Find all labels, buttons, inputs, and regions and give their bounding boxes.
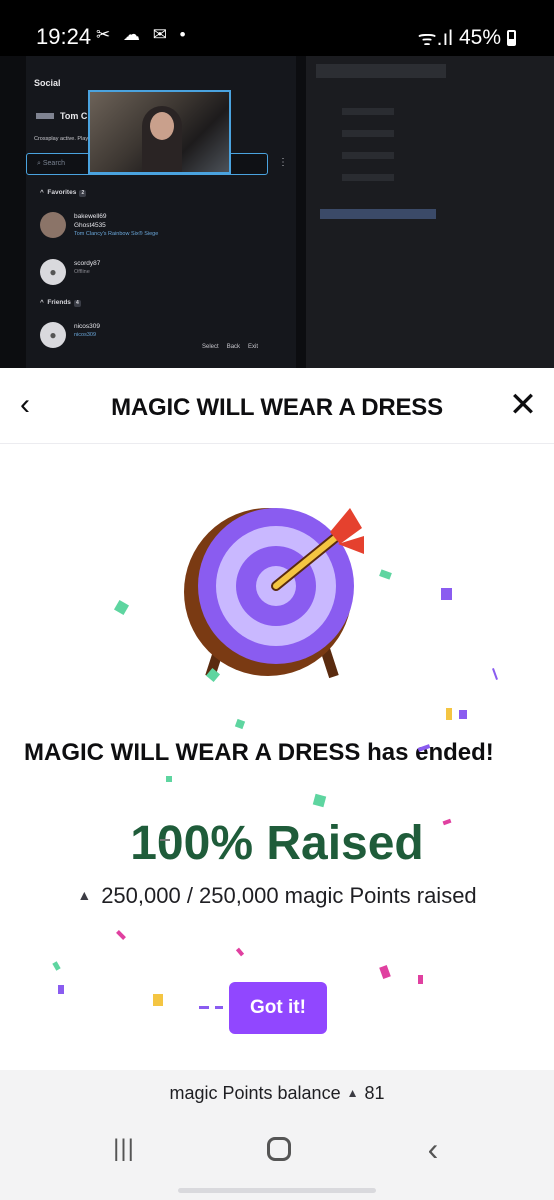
points-raised: ▲ 250,000 / 250,000 magic Points raised xyxy=(0,883,554,909)
controller-hints: Select Back Exit xyxy=(202,344,258,350)
avatar: ● xyxy=(40,259,66,285)
balance-label: magic Points balance xyxy=(169,1083,341,1103)
recents-icon: ||| xyxy=(113,1135,135,1162)
chevron-left-icon: ‹ xyxy=(427,1131,439,1167)
modal-title: MAGIC WILL WEAR A DRESS xyxy=(111,394,443,421)
friend-item: bakewell69 Ghost4535 Tom Clancy's Rainbo… xyxy=(40,212,158,239)
system-back-button[interactable]: ‹ xyxy=(408,1130,458,1168)
friend-secondary: Ghost4535 xyxy=(74,222,106,229)
android-nav-bar: ||| ‹ xyxy=(0,1116,554,1200)
lobby-toolbar xyxy=(316,64,446,78)
friend-status: Offline xyxy=(74,269,90,275)
recents-button[interactable]: ||| xyxy=(99,1130,149,1168)
battery-level: 45% xyxy=(458,26,501,49)
chevron-up-icon: ^ xyxy=(40,189,44,196)
ubisoft-connect-button xyxy=(320,209,436,219)
friend-item: ● scordy87 Offline xyxy=(40,259,100,285)
points-raised-text: 250,000 / 250,000 magic Points raised xyxy=(101,883,477,908)
chevron-up-icon: ^ xyxy=(40,299,44,306)
status-right: ᯤ.ıl 45% xyxy=(417,24,516,52)
signal-icon: ᯤ.ıl xyxy=(417,27,453,50)
notification-icons: ✂ ☁ ✉ • xyxy=(96,25,190,44)
chevron-left-icon: ‹ xyxy=(20,388,30,421)
avatar xyxy=(40,212,66,238)
favorites-label: Favorites xyxy=(47,189,77,196)
close-icon: ✕ xyxy=(508,386,538,424)
friend-status: Tom Clancy's Rainbow Six® Siege xyxy=(74,231,159,237)
channel-points-icon: ▲ xyxy=(346,1086,359,1100)
points-balance-bar: magic Points balance ▲ 81 xyxy=(0,1070,554,1116)
channel-points-icon: ▲ xyxy=(77,887,92,903)
home-indicator xyxy=(178,1188,376,1193)
modal-header: ‹ MAGIC WILL WEAR A DRESS ✕ xyxy=(0,368,554,444)
home-button[interactable] xyxy=(254,1130,304,1168)
back-button[interactable]: ‹ xyxy=(20,390,46,420)
game-lobby-panel xyxy=(306,56,554,368)
home-icon xyxy=(267,1136,291,1161)
avatar: ● xyxy=(40,322,66,348)
more-vert-icon: ⋮ xyxy=(278,157,288,168)
hint-select: Select xyxy=(202,344,219,350)
got-it-button[interactable]: Got it! xyxy=(229,982,327,1034)
status-bar: 19:24 ✂ ☁ ✉ • ᯤ.ıl 45% xyxy=(0,0,554,56)
webcam-overlay xyxy=(88,90,231,174)
stream-video[interactable]: Social Tom Clancy's Rainbow Six® Siege C… xyxy=(0,56,554,368)
battery-icon xyxy=(507,30,516,46)
social-search-placeholder: Search xyxy=(42,160,66,167)
friend-secondary: nicos309 xyxy=(74,332,97,338)
friends-count: 4 xyxy=(73,300,81,307)
favorites-header: ^ Favorites 2 xyxy=(40,189,87,197)
game-logo-icon xyxy=(36,113,54,119)
raised-percentage: 100% Raised xyxy=(130,817,424,870)
friend-name: nicos309 xyxy=(74,323,101,330)
close-button[interactable]: ✕ xyxy=(508,388,538,422)
friend-name: bakewell69 xyxy=(74,213,107,220)
hint-back: Back xyxy=(226,344,241,350)
friend-item: ● nicos309 nicos309 xyxy=(40,322,100,348)
social-title: Social xyxy=(34,78,61,88)
bullseye-target-icon xyxy=(184,508,364,679)
status-time: 19:24 xyxy=(36,24,92,49)
friends-header: ^ Friends 4 xyxy=(40,299,81,307)
favorites-count: 2 xyxy=(79,190,87,197)
prediction-ended-modal: ‹ MAGIC WILL WEAR A DRESS ✕ MAGIC WILL W… xyxy=(0,368,554,1070)
hint-exit: Exit xyxy=(248,344,259,350)
friend-name: scordy87 xyxy=(74,260,101,267)
balance-value: 81 xyxy=(364,1083,385,1103)
friends-label: Friends xyxy=(47,299,71,306)
ended-message: MAGIC WILL WEAR A DRESS has ended! xyxy=(24,739,494,766)
